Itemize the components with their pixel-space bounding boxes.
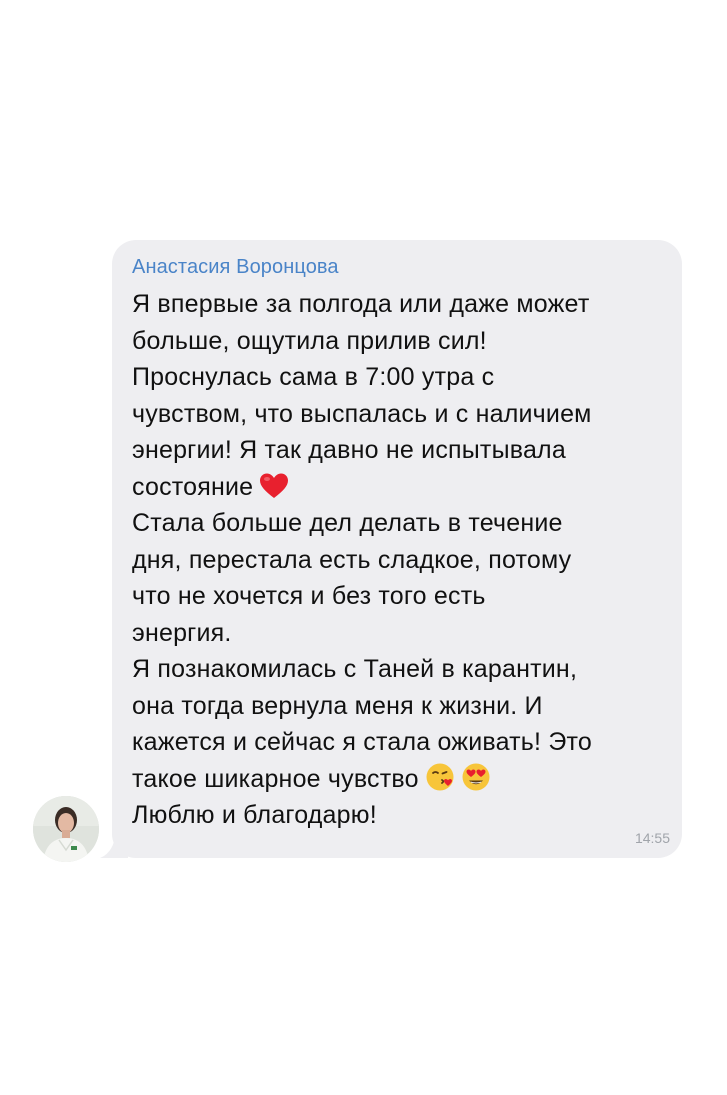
message-line-with-emoji: состояние [132, 469, 682, 506]
message-line: Люблю и благодарю! [132, 801, 377, 829]
message-line: больше, ощутила прилив сил! [132, 326, 487, 355]
message-bubble[interactable]: Анастасия Воронцова Я впервые за полгода… [112, 240, 682, 858]
message-timestamp: 14:55 [634, 830, 670, 846]
message-line: Я впервые за полгода или даже может [132, 290, 590, 318]
message-line: энергия. [132, 618, 232, 647]
message-line: дня, перестала есть сладкое, потому [132, 545, 572, 574]
sender-name[interactable]: Анастасия Воронцова [132, 254, 682, 280]
message-line: чувством, что выспалась и с наличием [132, 399, 592, 428]
message-line: что не хочется и без того есть [132, 582, 486, 610]
message-line: энергии! Я так давно не испытывала [132, 436, 566, 464]
message-line-text: такое шикарное чувство [132, 764, 419, 793]
face-blowing-kiss-icon [425, 762, 455, 792]
heart-eyes-icon [461, 762, 491, 792]
message-line: кажется и сейчас я стала оживать! Это [132, 728, 592, 756]
message-line: она тогда вернула меня к жизни. И [132, 691, 543, 720]
message-line-text: состояние [132, 472, 254, 501]
message-line: Проснулась сама в 7:00 утра с [132, 363, 495, 391]
message-line: Стала больше дел делать в течение [132, 509, 563, 537]
message-line-with-emoji: такое шикарное чувство [132, 761, 682, 798]
red-heart-icon [259, 472, 289, 500]
message-line: Я познакомилась с Таней в карантин, [132, 655, 578, 683]
sender-avatar[interactable] [33, 796, 99, 862]
